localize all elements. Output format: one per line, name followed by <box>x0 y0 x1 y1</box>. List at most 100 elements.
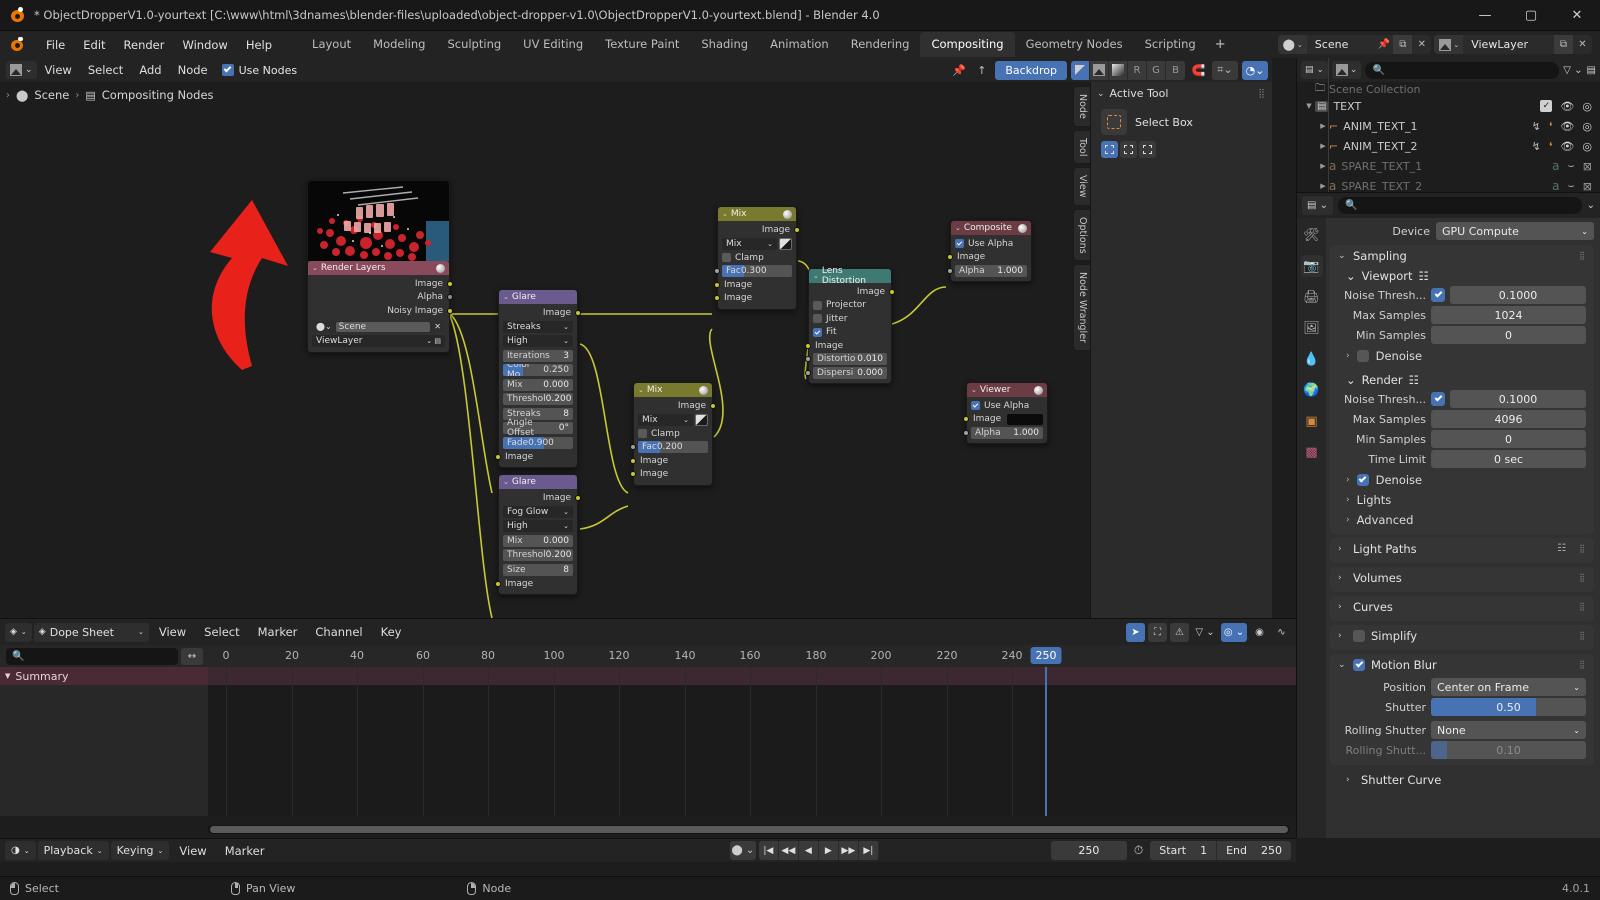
filter-icon[interactable]: ▽ ⌄ <box>1563 61 1582 79</box>
scene-unlink-icon[interactable]: ✕ <box>1412 35 1431 54</box>
field-fac[interactable]: Fac 0.200 <box>638 441 708 453</box>
channel-green-button[interactable]: G <box>1147 60 1166 80</box>
socket-row-image-out[interactable]: Image <box>813 286 895 297</box>
editor-type-button[interactable]: ⌄ <box>6 61 37 79</box>
projector-checkbox[interactable] <box>813 300 822 310</box>
node-header[interactable]: ⌄ Composite <box>951 221 1031 235</box>
tab-render[interactable]: 📷 <box>1300 255 1323 277</box>
dope-menu-select[interactable]: Select <box>196 623 247 641</box>
scene-field-value[interactable]: Scene <box>335 321 431 332</box>
subpanel-render-lights[interactable]: › Lights <box>1330 490 1594 510</box>
channel-color-alpha-icon[interactable] <box>1071 60 1090 80</box>
dope-sheet-mode-dropdown[interactable]: ◈ Dope Sheet ⌄ <box>33 622 149 642</box>
chevron-right-icon[interactable]: › <box>1346 475 1350 485</box>
field-mix[interactable]: Mix 0.000 <box>503 378 573 391</box>
tab-uv-editing[interactable]: UV Editing <box>512 32 594 57</box>
socket-row-image-b[interactable]: Image <box>714 293 792 304</box>
blend-mode-dropdown[interactable]: Mix ⌄ <box>722 237 777 250</box>
tab-compositing[interactable]: Compositing <box>920 32 1015 57</box>
viewlayer-datablock[interactable]: ⌄ ViewLayer ⧉ ✕ <box>1434 35 1592 54</box>
menu-render[interactable]: Render <box>115 35 174 55</box>
projector-toggle[interactable]: Projector <box>813 300 887 311</box>
node-menu-view[interactable]: View <box>37 61 80 79</box>
play-reverse-button[interactable]: ◀ <box>798 841 819 860</box>
node-header[interactable]: ⌄ Viewer <box>967 383 1047 397</box>
time-limit-field[interactable]: 0 sec <box>1431 450 1586 468</box>
motion-blur-checkbox[interactable] <box>1353 658 1365 671</box>
input-socket-image-a[interactable] <box>630 457 636 464</box>
outliner-row-anim-text-2[interactable]: ▶ ⌐ ANIM_TEXT_2 ↯ ❛ 👁 ◎ <box>1297 136 1600 156</box>
clamp-toggle[interactable]: Clamp <box>722 252 792 263</box>
input-socket-dispersion[interactable] <box>805 369 811 376</box>
outliner-row-text[interactable]: ▼ ▤ TEXT ✓ 👁 ◎ <box>1297 96 1600 116</box>
use-nodes-checkbox[interactable] <box>221 64 234 76</box>
input-socket-image-b[interactable] <box>714 295 720 301</box>
socket-row-distortion[interactable]: Distortio 0.010 <box>805 353 887 365</box>
panel-header-sampling[interactable]: ⌄ Sampling ⣿ <box>1330 245 1594 266</box>
blender-menu-icon[interactable] <box>9 36 27 54</box>
node-viewer[interactable]: ⌄ Viewer Use Alpha Image Alpha 1.000 <box>963 382 1048 444</box>
chevron-down-icon[interactable]: ⌄ <box>503 478 509 486</box>
socket-row-image-in[interactable]: Image <box>963 413 1043 425</box>
jitter-toggle[interactable]: Jitter <box>813 313 887 324</box>
disclosure-icon[interactable]: ▶ <box>1317 162 1329 170</box>
preset-list-icon[interactable]: ☷ <box>1557 543 1566 554</box>
simplify-checkbox[interactable] <box>1353 629 1365 642</box>
glare-type-dropdown[interactable]: Fog Glow ⌄ <box>503 505 573 518</box>
node-menu-select[interactable]: Select <box>80 61 131 79</box>
dope-menu-view[interactable]: View <box>151 623 194 641</box>
properties-content[interactable]: Device GPU Compute ⌄ ⌄ Sampling ⣿ ⌄ View… <box>1326 218 1600 838</box>
node-header[interactable]: ⌄ Mix <box>634 383 712 397</box>
socket-row-image-out[interactable]: Image <box>638 400 716 411</box>
use-alpha-toggle[interactable]: Use Alpha <box>971 400 1043 411</box>
minimize-button[interactable]: — <box>1462 0 1508 31</box>
proportional-edit-icon[interactable]: ◎ ⌄ <box>1221 622 1247 642</box>
camera-icon[interactable]: ◎ <box>1582 140 1592 153</box>
input-socket-fac[interactable] <box>714 268 720 274</box>
start-frame-field[interactable]: Start 1 <box>1150 841 1218 860</box>
breadcrumb-scene[interactable]: Scene <box>34 88 69 102</box>
socket-row-image-in[interactable]: Image <box>947 252 1027 263</box>
chevron-right-icon[interactable]: › <box>1338 544 1347 554</box>
field-threshold[interactable]: Threshol 0.200 <box>503 549 573 561</box>
field-mix[interactable]: Mix 0.000 <box>503 534 573 547</box>
viewlayer-icon[interactable]: ⌄ <box>1434 35 1464 54</box>
pin-icon[interactable]: 📌 <box>1374 35 1393 54</box>
rolling-shutter-dropdown[interactable]: None ⌄ <box>1431 721 1586 739</box>
field-color-modulation[interactable]: Color Mo 0.250 <box>503 364 573 376</box>
field-threshold[interactable]: Threshol 0.200 <box>503 393 573 405</box>
preset-list-icon[interactable]: ☷ <box>1419 269 1429 283</box>
maximize-button[interactable]: ▢ <box>1508 0 1554 31</box>
dope-sheet-ruler[interactable]: 0 20 40 60 80 100 120 140 160 180 200 22… <box>208 645 1296 667</box>
chevron-down-icon[interactable]: ⌄ <box>312 264 318 272</box>
output-socket-image[interactable] <box>447 280 453 287</box>
field-distortion[interactable]: Distortio 0.010 <box>813 353 887 365</box>
properties-search-input[interactable]: 🔍 <box>1338 197 1582 214</box>
sidebar-tab-tool[interactable]: Tool <box>1073 129 1090 165</box>
node-mix-lower[interactable]: ⌄ Mix Image Mix ⌄ Clamp Fac 0.200 Image … <box>630 382 716 486</box>
tab-object[interactable]: ▣ <box>1301 410 1323 432</box>
socket-row-fac[interactable]: Fac 0.300 <box>714 265 792 277</box>
camera-icon[interactable]: ◎ <box>1582 100 1592 113</box>
socket-row-alpha[interactable]: Alpha 1.000 <box>947 264 1027 277</box>
scene-name[interactable]: Scene <box>1306 35 1375 54</box>
min-samples-field[interactable]: 0 <box>1431 326 1586 344</box>
field-fade[interactable]: Fade 0.900 <box>503 436 573 449</box>
node-glare-fogglow[interactable]: ⌄ Glare Image Fog Glow ⌄ High ⌄ Mix 0.00… <box>495 474 581 595</box>
dope-sheet-keyframe-area[interactable] <box>208 667 1296 816</box>
expand-channels-icon[interactable]: ↔ <box>181 647 203 665</box>
auto-keying-icon[interactable]: ⬤ ⌄ <box>729 841 756 860</box>
play-button[interactable]: ▶ <box>818 841 839 860</box>
snap-icon[interactable]: ◉ <box>1250 623 1269 642</box>
keyframe-icon[interactable]: ❛ <box>1549 140 1553 153</box>
disclosure-icon[interactable]: ▶ <box>1317 142 1329 150</box>
tab-scene[interactable]: 💧 <box>1301 348 1323 370</box>
only-show-selected-icon[interactable]: ➤ <box>1126 622 1145 642</box>
panel-header-shutter-curve[interactable]: › Shutter Curve <box>1330 769 1594 790</box>
socket-row-image-out[interactable]: Image <box>722 224 800 235</box>
channel-summary[interactable]: ▼ Summary <box>0 667 208 685</box>
dope-sheet-channels[interactable]: ▼ Summary <box>0 667 208 816</box>
backdrop-toggle[interactable]: Backdrop <box>995 60 1067 80</box>
disclosure-icon[interactable]: ▼ <box>1303 102 1315 110</box>
max-samples-field[interactable]: 4096 <box>1431 410 1586 428</box>
